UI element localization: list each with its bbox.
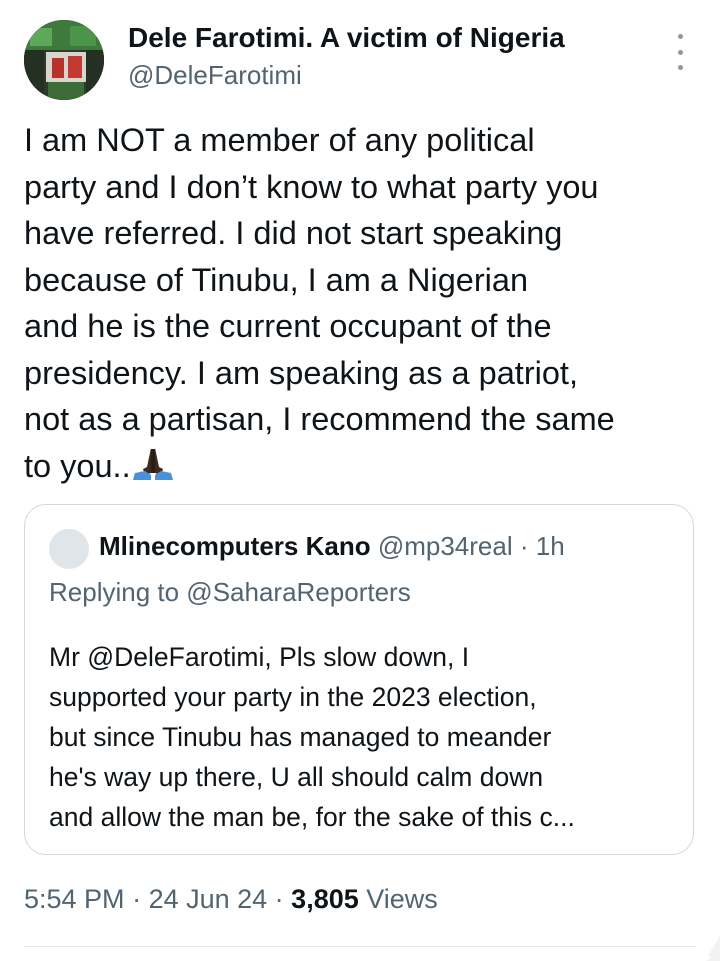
footer-separator-2: ·	[267, 884, 292, 914]
tweet-metadata: 5:54 PM · 24 Jun 24 · 3,805 Views	[24, 884, 438, 915]
quoted-tweet-header: Mlinecomputers Kano @mp34real · 1h	[99, 531, 565, 562]
tweet-date[interactable]: 24 Jun 24	[149, 884, 268, 914]
tweet-time[interactable]: 5:54 PM	[24, 884, 125, 914]
avatar-image	[24, 20, 104, 100]
quoted-author-avatar[interactable]	[49, 529, 89, 569]
vertical-ellipsis-icon	[677, 34, 683, 39]
author-name[interactable]: Dele Farotimi. A victim of Nigeria	[128, 22, 565, 54]
views-label: Views	[358, 884, 438, 914]
quoted-separator: ·	[512, 531, 536, 561]
folded-hands-icon	[132, 447, 173, 480]
corner-artifact-icon	[706, 936, 720, 961]
tweet-text: I am NOT a member of any political party…	[24, 117, 704, 489]
quoted-time[interactable]: 1h	[536, 531, 565, 561]
replying-to-label: Replying to @SaharaReporters	[49, 577, 411, 607]
more-options-button[interactable]	[664, 34, 696, 70]
author-avatar[interactable]	[24, 20, 104, 100]
tweet-body: I am NOT a member of any political party…	[24, 122, 615, 484]
footer-separator: ·	[124, 884, 149, 914]
quoted-author-handle[interactable]: @mp34real	[378, 531, 513, 561]
quoted-author-name[interactable]: Mlinecomputers Kano	[99, 531, 371, 561]
tweet-detail: Dele Farotimi. A victim of Nigeria @Dele…	[0, 0, 720, 961]
author-handle[interactable]: @DeleFarotimi	[128, 60, 302, 91]
quoted-tweet-text: Mr @DeleFarotimi, Pls slow down, I suppo…	[49, 642, 575, 832]
quoted-tweet-card[interactable]: Mlinecomputers Kano @mp34real · 1h Reply…	[24, 504, 694, 855]
divider	[24, 946, 696, 947]
views-count: 3,805	[291, 884, 359, 914]
